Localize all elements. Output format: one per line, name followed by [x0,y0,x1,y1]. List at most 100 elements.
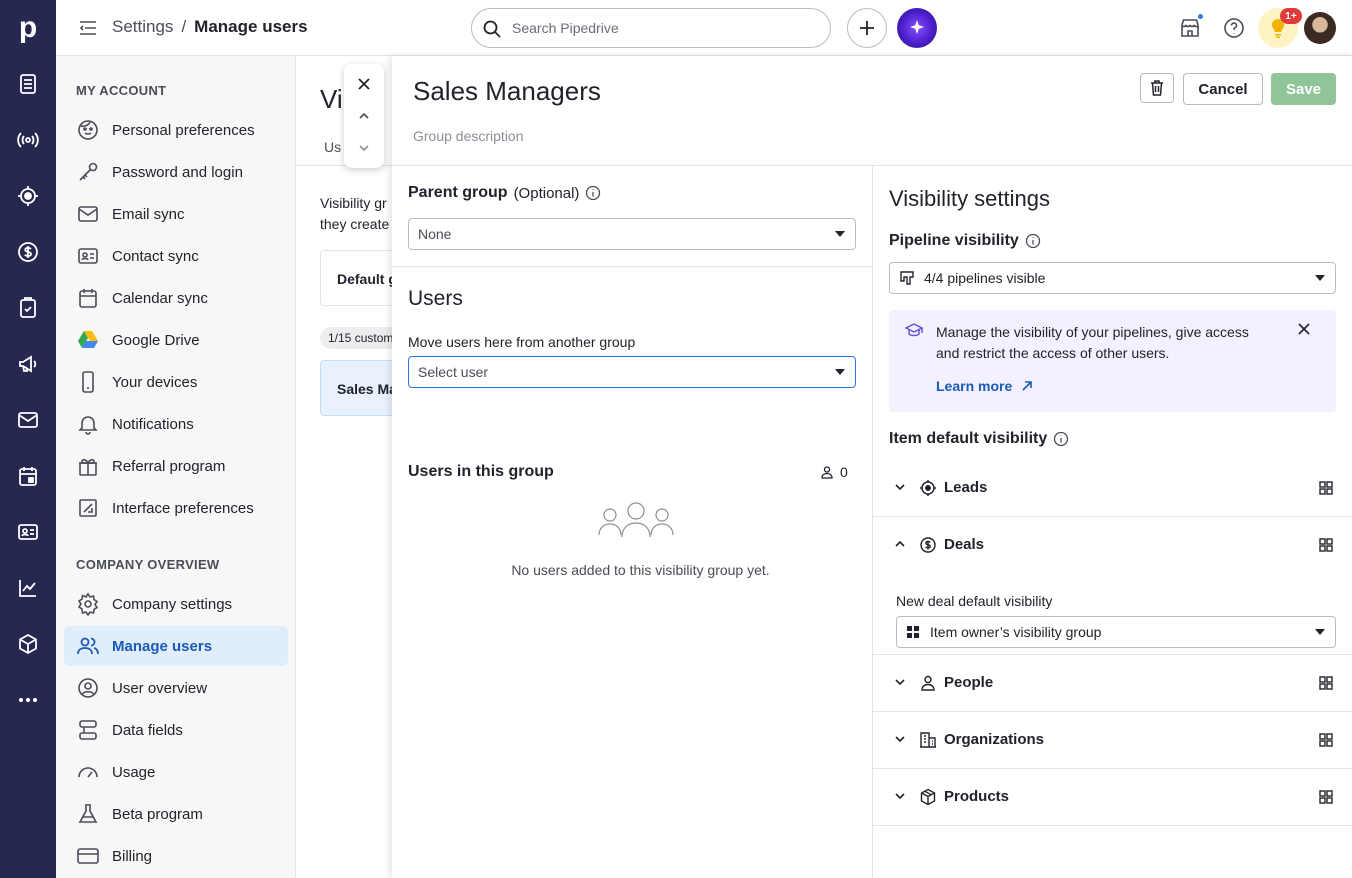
sidebar-item-calendar-sync[interactable]: Calendar sync [64,278,288,318]
close-icon [358,78,370,90]
sidebar-item-label: Email sync [112,205,185,223]
help-icon[interactable] [1222,16,1246,40]
group-title[interactable]: Sales Managers [413,76,601,107]
settings-sidebar: MY ACCOUNT Personal preferences Password… [56,56,296,878]
sidebar-item-manage-users[interactable]: Manage users [64,626,288,666]
sidebar-item-label: Contact sync [112,247,199,265]
sidebar-item-label: Your devices [112,373,198,391]
sidebar-item-user-overview[interactable]: User overview [64,668,288,708]
accordion-organizations[interactable]: Organizations [873,712,1352,769]
dollar-icon[interactable] [16,240,40,264]
learn-more-link[interactable]: Learn more [936,378,1034,394]
google-drive-icon [78,331,98,348]
sidebar-item-beta-program[interactable]: Beta program [64,794,288,834]
users-in-group-label: Users in this group [408,463,554,480]
breadcrumb-settings[interactable]: Settings [112,17,173,37]
accordion-leads[interactable]: Leads [873,460,1352,517]
sidebar-item-google-drive[interactable]: Google Drive [64,320,288,360]
plus-icon [860,21,874,35]
delete-group-button[interactable] [1140,73,1174,103]
company-overview-title: COMPANY OVERVIEW [76,557,220,572]
leads-target-icon[interactable] [16,184,40,208]
close-panel-button[interactable] [352,72,376,96]
sidebar-item-data-fields[interactable]: Data fields [64,710,288,750]
sidebar-item-label: Personal preferences [112,121,255,139]
chevron-down-icon [895,679,905,686]
sidebar-item-your-devices[interactable]: Your devices [64,362,288,402]
sales-managers-card[interactable]: Sales Ma [320,360,396,416]
search-input[interactable] [512,20,812,36]
parent-group-select[interactable]: None [408,218,856,250]
menu-collapse-icon[interactable] [78,18,98,38]
info-icon[interactable] [585,185,601,201]
calendar-icon [79,289,97,308]
contacts-card-icon[interactable] [16,520,40,544]
face-icon [78,120,98,140]
credit-card-icon [77,848,99,864]
visibility-group-icon [1319,676,1333,690]
sidebar-item-company-settings[interactable]: Company settings [64,584,288,624]
accordion-label: People [944,674,994,691]
data-fields-icon [79,720,97,740]
chart-icon[interactable] [16,576,40,600]
desc-line-1: Visibility gr [320,195,387,211]
parent-group-label: Parent group (Optional) [408,184,601,202]
tasks-icon[interactable] [16,296,40,320]
sidebar-item-usage[interactable]: Usage [64,752,288,792]
person-icon [921,675,935,691]
box-icon[interactable] [16,632,40,656]
broadcast-icon[interactable] [16,128,40,152]
group-description-field[interactable]: Group description [413,128,524,144]
accordion-products[interactable]: Products [873,769,1352,826]
select-user-dropdown[interactable]: Select user [408,356,856,388]
search-box[interactable] [471,8,831,48]
more-icon[interactable] [16,688,40,712]
pipeline-info-text: Manage the visibility of your pipelines,… [936,324,1249,361]
sidebar-item-interface-preferences[interactable]: Interface preferences [64,488,288,528]
deals-list-icon[interactable] [16,72,40,96]
dollar-icon [920,537,936,553]
sidebar-item-personal-preferences[interactable]: Personal preferences [64,110,288,150]
empty-users-message: No users added to this visibility group … [511,562,770,578]
sidebar-item-notifications[interactable]: Notifications [64,404,288,444]
save-button[interactable]: Save [1271,73,1336,105]
default-group-card[interactable]: Default g [320,250,396,306]
tab-users[interactable]: Us [324,139,341,155]
pipedrive-logo[interactable]: p [0,0,56,56]
user-avatar[interactable] [1304,12,1336,44]
sidebar-item-billing[interactable]: Billing [64,836,288,876]
previous-item-button[interactable] [352,104,376,128]
users-count-value: 0 [840,464,848,480]
pipeline-visibility-label: Pipeline visibility [889,232,1041,250]
chevron-down-icon [895,484,905,491]
megaphone-icon[interactable] [16,352,40,376]
page-description: Visibility gr they create [320,193,389,235]
quick-add-button[interactable] [847,8,887,48]
user-circle-icon [78,678,98,698]
info-icon[interactable] [1025,233,1041,249]
chevron-down-icon [359,145,369,152]
chevron-down-icon [895,793,905,800]
sidebar-item-contact-sync[interactable]: Contact sync [64,236,288,276]
accordion-deals-header[interactable]: Deals [873,517,1352,574]
learn-more-text: Learn more [936,378,1013,394]
chevron-up-icon [895,540,905,547]
sidebar-item-referral-program[interactable]: Referral program [64,446,288,486]
panel-header: Sales Managers Group description Cancel … [392,56,1352,166]
gauge-icon [78,767,98,778]
pipeline-visibility-select[interactable]: 4/4 pipelines visible [889,262,1336,294]
close-banner-icon[interactable] [1295,320,1313,338]
calendar-icon[interactable] [16,464,40,488]
graduation-cap-icon [905,323,923,337]
sidebar-item-label: Google Drive [112,331,200,349]
ai-assistant-button[interactable] [897,8,937,48]
mail-icon[interactable] [16,408,40,432]
cancel-button[interactable]: Cancel [1183,73,1263,105]
marketplace-notification-dot [1197,13,1204,20]
accordion-people[interactable]: People [873,655,1352,712]
info-icon[interactable] [1053,431,1069,447]
sidebar-item-password-login[interactable]: Password and login [64,152,288,192]
sidebar-item-email-sync[interactable]: Email sync [64,194,288,234]
next-item-button[interactable] [352,136,376,160]
deal-default-visibility-select[interactable]: Item owner’s visibility group [896,616,1336,648]
